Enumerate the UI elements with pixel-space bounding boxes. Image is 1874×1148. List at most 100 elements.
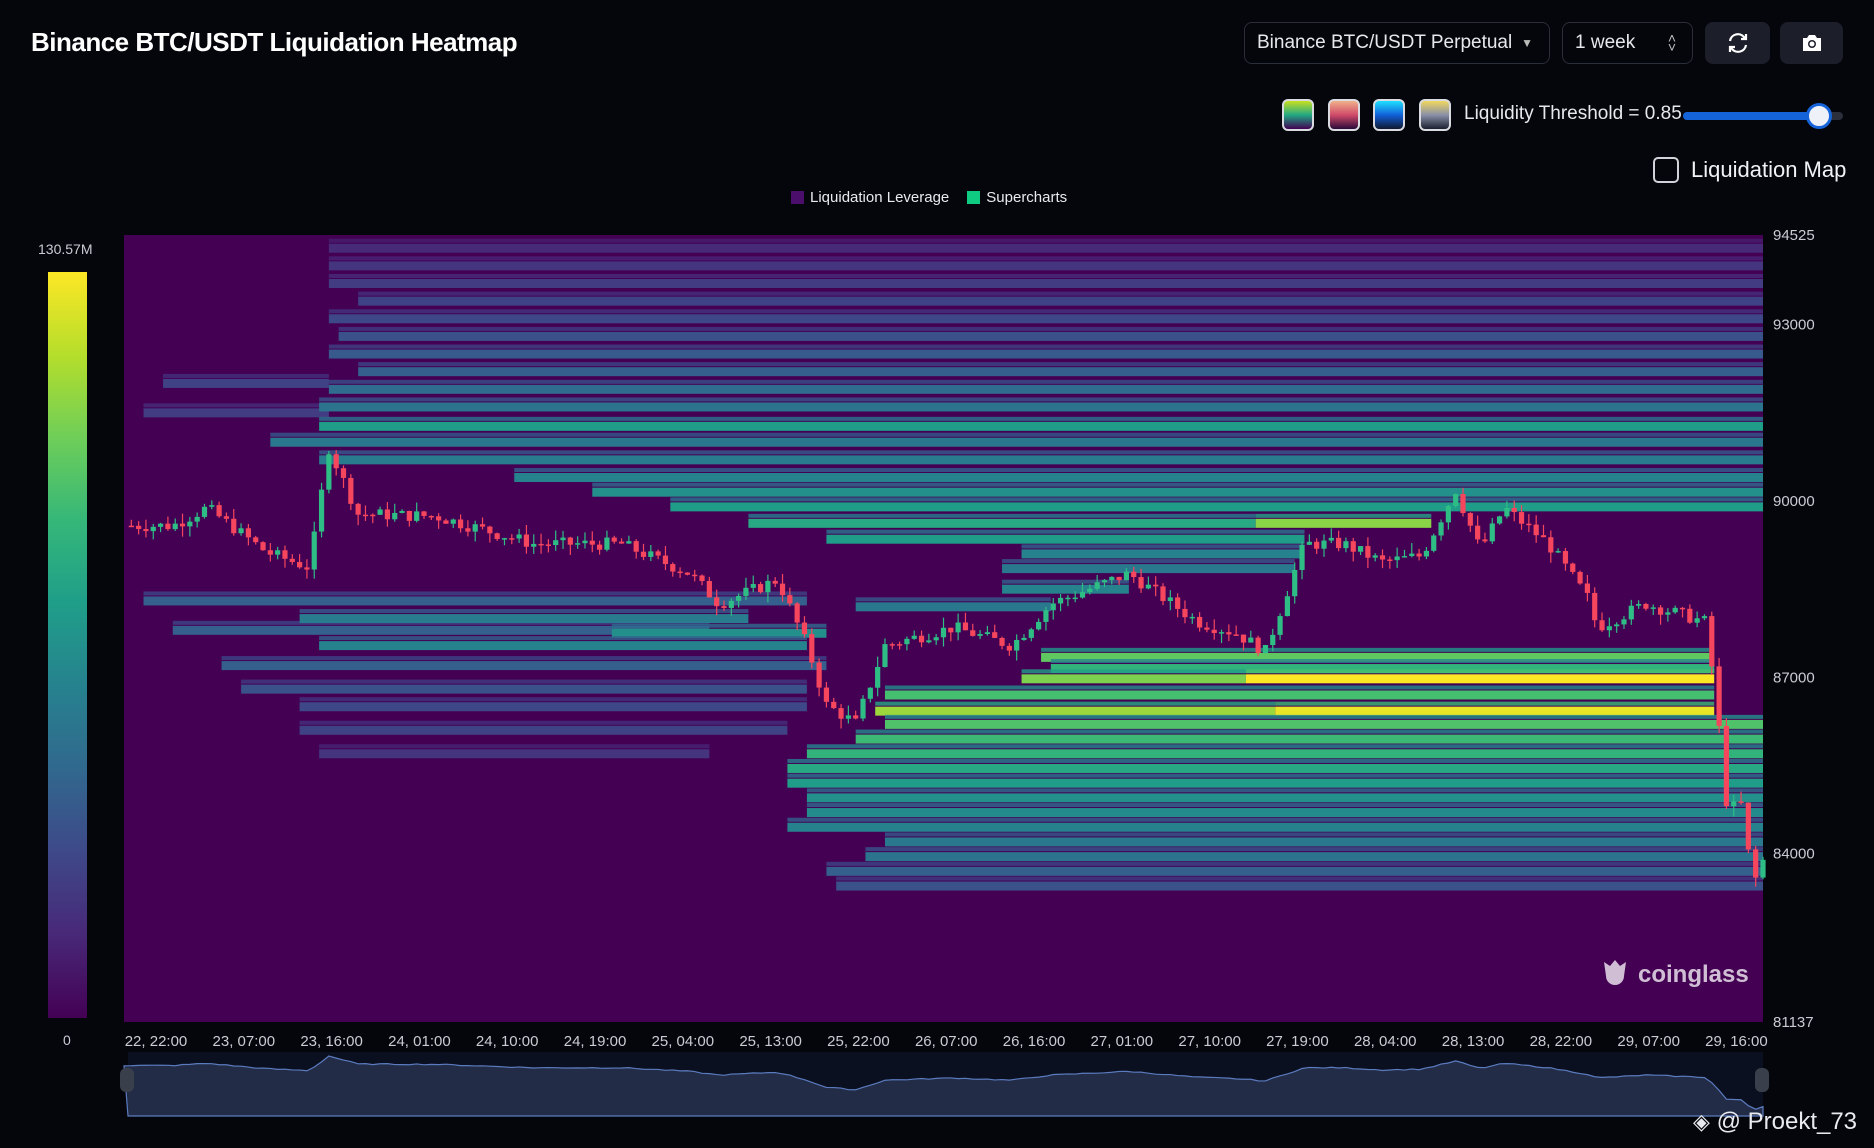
candle	[1160, 586, 1166, 602]
candle	[436, 516, 442, 521]
candle	[172, 523, 178, 530]
candle	[326, 454, 332, 490]
candle	[1123, 571, 1130, 581]
candle	[670, 564, 676, 572]
candle	[904, 638, 910, 645]
candle	[414, 511, 420, 521]
heat-band	[328, 261, 1763, 271]
candle	[1299, 544, 1305, 570]
navigator-right-handle[interactable]	[1755, 1068, 1769, 1092]
candle	[1650, 607, 1656, 609]
heat-band	[338, 326, 1763, 331]
candle	[794, 603, 800, 623]
candle	[1284, 596, 1290, 617]
heat-band	[328, 273, 1763, 278]
candle	[1372, 555, 1378, 558]
candle	[1709, 616, 1715, 667]
heat-band	[875, 701, 1276, 706]
candle	[823, 687, 830, 702]
candle	[545, 544, 551, 546]
heat-band	[787, 817, 1763, 822]
candle	[889, 644, 895, 646]
heat-band	[865, 847, 1763, 852]
heat-band	[787, 778, 1763, 788]
x-axis-tick: 22, 22:00	[125, 1033, 188, 1050]
heat-band	[884, 719, 1763, 729]
candle	[860, 698, 866, 719]
candle	[984, 632, 991, 635]
candle	[1175, 597, 1181, 609]
candle	[1504, 507, 1510, 517]
candle	[787, 595, 793, 604]
heat-band	[328, 344, 1763, 349]
candle	[1731, 801, 1737, 807]
candle	[311, 531, 317, 570]
heat-band	[328, 278, 1763, 288]
candle	[757, 584, 764, 593]
candle	[933, 637, 939, 641]
candle	[531, 543, 537, 547]
navigator-left-handle[interactable]	[120, 1068, 134, 1092]
candle	[1592, 592, 1598, 621]
candle	[384, 509, 391, 520]
heat-band	[338, 331, 1763, 341]
candle	[801, 622, 808, 635]
candle	[567, 537, 573, 545]
heat-band	[143, 596, 807, 606]
candle	[970, 630, 976, 636]
candle	[1079, 592, 1086, 598]
candle	[1445, 506, 1451, 523]
heat-band	[514, 472, 1764, 482]
candle	[626, 541, 632, 544]
candle	[677, 571, 683, 574]
heat-band	[855, 602, 1051, 612]
candle	[1072, 597, 1078, 600]
candle	[992, 632, 998, 638]
candle	[1145, 584, 1151, 589]
candle	[1665, 612, 1671, 615]
heat-band	[806, 808, 1763, 818]
candle	[948, 627, 954, 633]
heat-band	[1002, 584, 1129, 594]
heat-band	[328, 256, 1763, 261]
heat-band	[787, 763, 1763, 773]
candle	[736, 595, 742, 601]
candle	[1584, 583, 1590, 593]
candle	[1562, 551, 1569, 564]
candle	[216, 505, 222, 517]
candle	[1028, 629, 1034, 638]
heat-band	[1275, 701, 1715, 706]
heat-band	[328, 349, 1763, 359]
author-watermark: ◈ @ Proekt_73	[1693, 1108, 1857, 1136]
candle	[765, 580, 771, 593]
candle	[699, 575, 705, 582]
candle	[618, 541, 625, 544]
candle	[1577, 571, 1583, 584]
x-axis-tick: 24, 10:00	[476, 1033, 539, 1050]
candle	[377, 509, 383, 515]
candle	[692, 574, 698, 577]
heat-band	[865, 852, 1763, 862]
candle	[662, 555, 669, 565]
candle	[1270, 634, 1276, 646]
candle	[1431, 535, 1437, 551]
candle	[1657, 607, 1664, 615]
candle	[728, 600, 734, 608]
candle	[1745, 802, 1751, 850]
candle	[1233, 634, 1239, 636]
candle	[399, 510, 405, 513]
candle	[640, 551, 647, 557]
candle	[253, 537, 259, 543]
heat-band	[328, 379, 1763, 384]
candle	[1314, 541, 1320, 549]
heatmap-chart[interactable]: 94525 93000 90000 87000 84000 81137 22, 22:00 2…	[0, 0, 1874, 1148]
candle	[875, 666, 881, 688]
heat-band	[855, 729, 1763, 734]
candle	[1248, 637, 1254, 643]
candle	[1211, 629, 1217, 634]
candle	[772, 580, 778, 584]
watermark-text: coinglass	[1638, 961, 1749, 988]
heat-band	[241, 684, 807, 694]
candle	[165, 523, 171, 530]
candle	[1167, 597, 1173, 602]
